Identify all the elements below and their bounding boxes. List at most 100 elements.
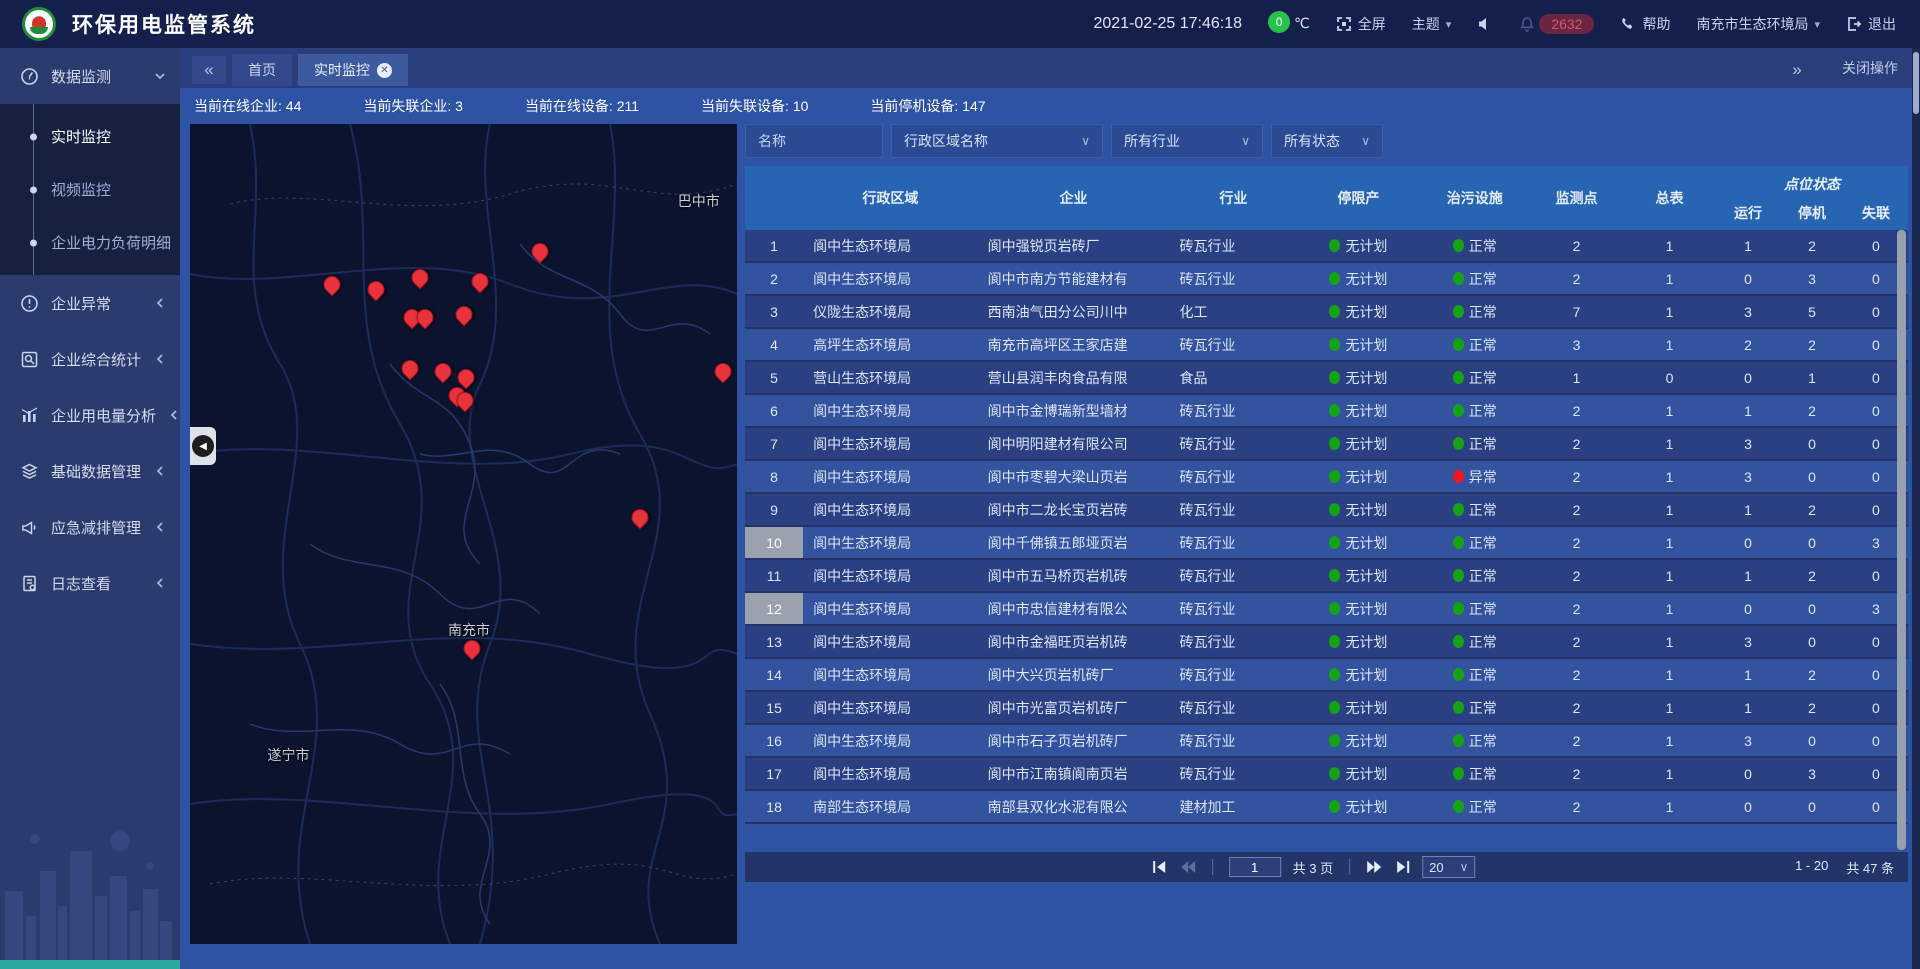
meter-count-cell: 1 (1623, 725, 1716, 756)
prev-page-button[interactable] (1180, 860, 1196, 874)
first-page-button[interactable] (1152, 860, 1168, 874)
status-dot-green (1329, 470, 1340, 483)
chevron-left-icon: ◀ (199, 441, 207, 452)
tab-close-icon[interactable]: ✕ (377, 63, 392, 78)
stats-bar: 当前在线企业: 44当前失联企业: 3当前在线设备: 211当前失联设备: 10… (180, 88, 1920, 124)
temperature: 0 ℃ (1268, 15, 1310, 33)
chevron-down-icon: ∨ (1081, 134, 1090, 148)
table-row[interactable]: 2阆中生态环境局阆中市南方节能建材有砖瓦行业无计划正常21030 (745, 263, 1908, 296)
app-header: 环保用电监管系统 2021-02-25 17:46:18 0 ℃ 全屏 主题 ▾… (0, 0, 1920, 48)
industry-cell: 砖瓦行业 (1169, 692, 1297, 723)
row-index-cell: 10 (745, 527, 803, 558)
tab-实时监控[interactable]: 实时监控✕ (298, 54, 408, 86)
notifications-button[interactable]: 2632 (1519, 14, 1594, 34)
table-row[interactable]: 6阆中生态环境局阆中市金博瑞新型墙材砖瓦行业无计划正常21120 (745, 395, 1908, 428)
sidebar-group-label: 日志查看 (51, 573, 142, 594)
status-dot-green (1453, 272, 1464, 285)
table-row[interactable]: 10阆中生态环境局阆中千佛镇五郎垭页岩砖瓦行业无计划正常21003 (745, 527, 1908, 560)
table-row[interactable]: 8阆中生态环境局阆中市枣碧大梁山页岩砖瓦行业无计划异常21300 (745, 461, 1908, 494)
industry-filter-select[interactable]: 所有行业 ∨ (1111, 124, 1263, 158)
industry-cell: 砖瓦行业 (1169, 626, 1297, 657)
region-cell: 高坪生态环境局 (803, 329, 977, 360)
sidebar-group-企业用电量分析[interactable]: 企业用电量分析 (0, 387, 180, 443)
sidebar-group-日志查看[interactable]: 日志查看 (0, 555, 180, 611)
page-size-select[interactable]: 20 ∨ (1422, 856, 1475, 878)
fullscreen-button[interactable]: 全屏 (1336, 14, 1386, 34)
run-count-cell: 1 (1716, 560, 1780, 591)
logout-button[interactable]: 退出 (1846, 14, 1896, 34)
region-cell: 阆中生态环境局 (803, 692, 977, 723)
sidebar-item-企业电力负荷明细[interactable]: 企业电力负荷明细 (0, 216, 180, 269)
table-row[interactable]: 15阆中生态环境局阆中市光富页岩机砖厂砖瓦行业无计划正常21120 (745, 692, 1908, 725)
table-row[interactable]: 16阆中生态环境局阆中市石子页岩机砖厂砖瓦行业无计划正常21300 (745, 725, 1908, 758)
meter-count-cell: 1 (1623, 329, 1716, 360)
table-row[interactable]: 13阆中生态环境局阆中市金福旺页岩机砖砖瓦行业无计划正常21300 (745, 626, 1908, 659)
table-row[interactable]: 9阆中生态环境局阆中市二龙长宝页岩砖砖瓦行业无计划正常21120 (745, 494, 1908, 527)
sidebar-group-应急减排管理[interactable]: 应急减排管理 (0, 499, 180, 555)
stop-plan-cell: 无计划 (1297, 395, 1419, 426)
monitor-count-cell: 2 (1530, 692, 1623, 723)
table-row[interactable]: 12阆中生态环境局阆中市忠信建材有限公砖瓦行业无计划正常21003 (745, 593, 1908, 626)
facility-cell: 正常 (1420, 626, 1530, 657)
status-dot-green (1329, 338, 1340, 351)
table-row[interactable]: 14阆中生态环境局阆中大兴页岩机砖厂砖瓦行业无计划正常21120 (745, 659, 1908, 692)
sidebar-group-数据监测[interactable]: 数据监测 (0, 48, 180, 104)
map-panel[interactable]: 巴中市南充市遂宁市 ◀ (190, 124, 737, 944)
stop-plan-cell: 无计划 (1297, 725, 1419, 756)
org-menu[interactable]: 南充市生态环境局 ▾ (1696, 14, 1820, 34)
region-cell: 阆中生态环境局 (803, 758, 977, 789)
next-page-button[interactable] (1366, 860, 1382, 874)
name-filter-field[interactable] (745, 124, 883, 158)
region-cell: 阆中生态环境局 (803, 230, 977, 261)
company-cell: 阆中市二龙长宝页岩砖 (978, 494, 1170, 525)
sidebar-group-企业综合统计[interactable]: 企业综合统计 (0, 331, 180, 387)
table-row[interactable]: 7阆中生态环境局阆中明阳建材有限公司砖瓦行业无计划正常21300 (745, 428, 1908, 461)
status-dot-green (1453, 668, 1464, 681)
meter-count-cell: 1 (1623, 230, 1716, 261)
run-count-cell: 3 (1716, 725, 1780, 756)
region-filter-select[interactable]: 行政区域名称 ∨ (891, 124, 1103, 158)
monitor-count-cell: 2 (1530, 230, 1623, 261)
monitor-count-cell: 2 (1530, 461, 1623, 492)
sidebar-item-实时监控[interactable]: 实时监控 (0, 110, 180, 163)
tabs-scroll-left-button[interactable]: « (192, 56, 226, 84)
map-collapse-button[interactable]: ◀ (190, 427, 216, 465)
table-row[interactable]: 1阆中生态环境局阆中强锐页岩砖厂砖瓦行业无计划正常21120 (745, 230, 1908, 263)
halt-count-cell: 2 (1780, 395, 1844, 426)
status-filter-select[interactable]: 所有状态 ∨ (1271, 124, 1383, 158)
table-row[interactable]: 3仪陇生态环境局西南油气田分公司川中化工无计划正常71350 (745, 296, 1908, 329)
help-button[interactable]: 帮助 (1620, 14, 1670, 34)
page-number-input[interactable] (1229, 857, 1281, 877)
last-page-button[interactable] (1394, 860, 1410, 874)
table-scrollbar[interactable] (1897, 230, 1906, 850)
row-index-cell: 13 (745, 626, 803, 657)
sidebar-group-基础数据管理[interactable]: 基础数据管理 (0, 443, 180, 499)
status-dot-green (1453, 239, 1464, 252)
facility-cell: 正常 (1420, 560, 1530, 591)
status-dot-green (1329, 767, 1340, 780)
page-scrollbar[interactable] (1912, 48, 1920, 969)
table-row[interactable]: 5营山生态环境局营山县润丰肉食品有限食品无计划正常10010 (745, 362, 1908, 395)
page-size-value: 20 (1429, 860, 1443, 875)
logout-label: 退出 (1868, 14, 1896, 34)
run-count-cell: 1 (1716, 395, 1780, 426)
tab-首页[interactable]: 首页 (232, 54, 292, 86)
theme-menu[interactable]: 主题 ▾ (1412, 14, 1452, 34)
sidebar-item-视频监控[interactable]: 视频监控 (0, 163, 180, 216)
monitor-count-cell: 2 (1530, 428, 1623, 459)
mute-button[interactable] (1477, 16, 1493, 32)
table-row[interactable]: 4高坪生态环境局南充市高坪区王家店建砖瓦行业无计划正常31220 (745, 329, 1908, 362)
tabs-scroll-right-button[interactable]: » (1780, 56, 1814, 84)
company-cell: 西南油气田分公司川中 (978, 296, 1170, 327)
company-cell: 阆中市五马桥页岩机砖 (978, 560, 1170, 591)
close-operations-button[interactable]: 关闭操作 (1842, 58, 1898, 78)
table-row[interactable]: 17阆中生态环境局阆中市江南镇阆南页岩砖瓦行业无计划正常21030 (745, 758, 1908, 791)
table-row[interactable]: 11阆中生态环境局阆中市五马桥页岩机砖砖瓦行业无计划正常21120 (745, 560, 1908, 593)
name-filter-input[interactable] (758, 133, 870, 149)
company-cell: 南部县双化水泥有限公 (978, 791, 1170, 822)
table-row[interactable]: 18南部生态环境局南部县双化水泥有限公建材加工无计划正常21000 (745, 791, 1908, 824)
sidebar-group-企业异常[interactable]: 企业异常 (0, 275, 180, 331)
pagination-bar: 共 3 页 20 ∨ 1 - 20 共 47 条 (745, 852, 1908, 882)
facility-cell: 正常 (1420, 791, 1530, 822)
company-cell: 营山县润丰肉食品有限 (978, 362, 1170, 393)
